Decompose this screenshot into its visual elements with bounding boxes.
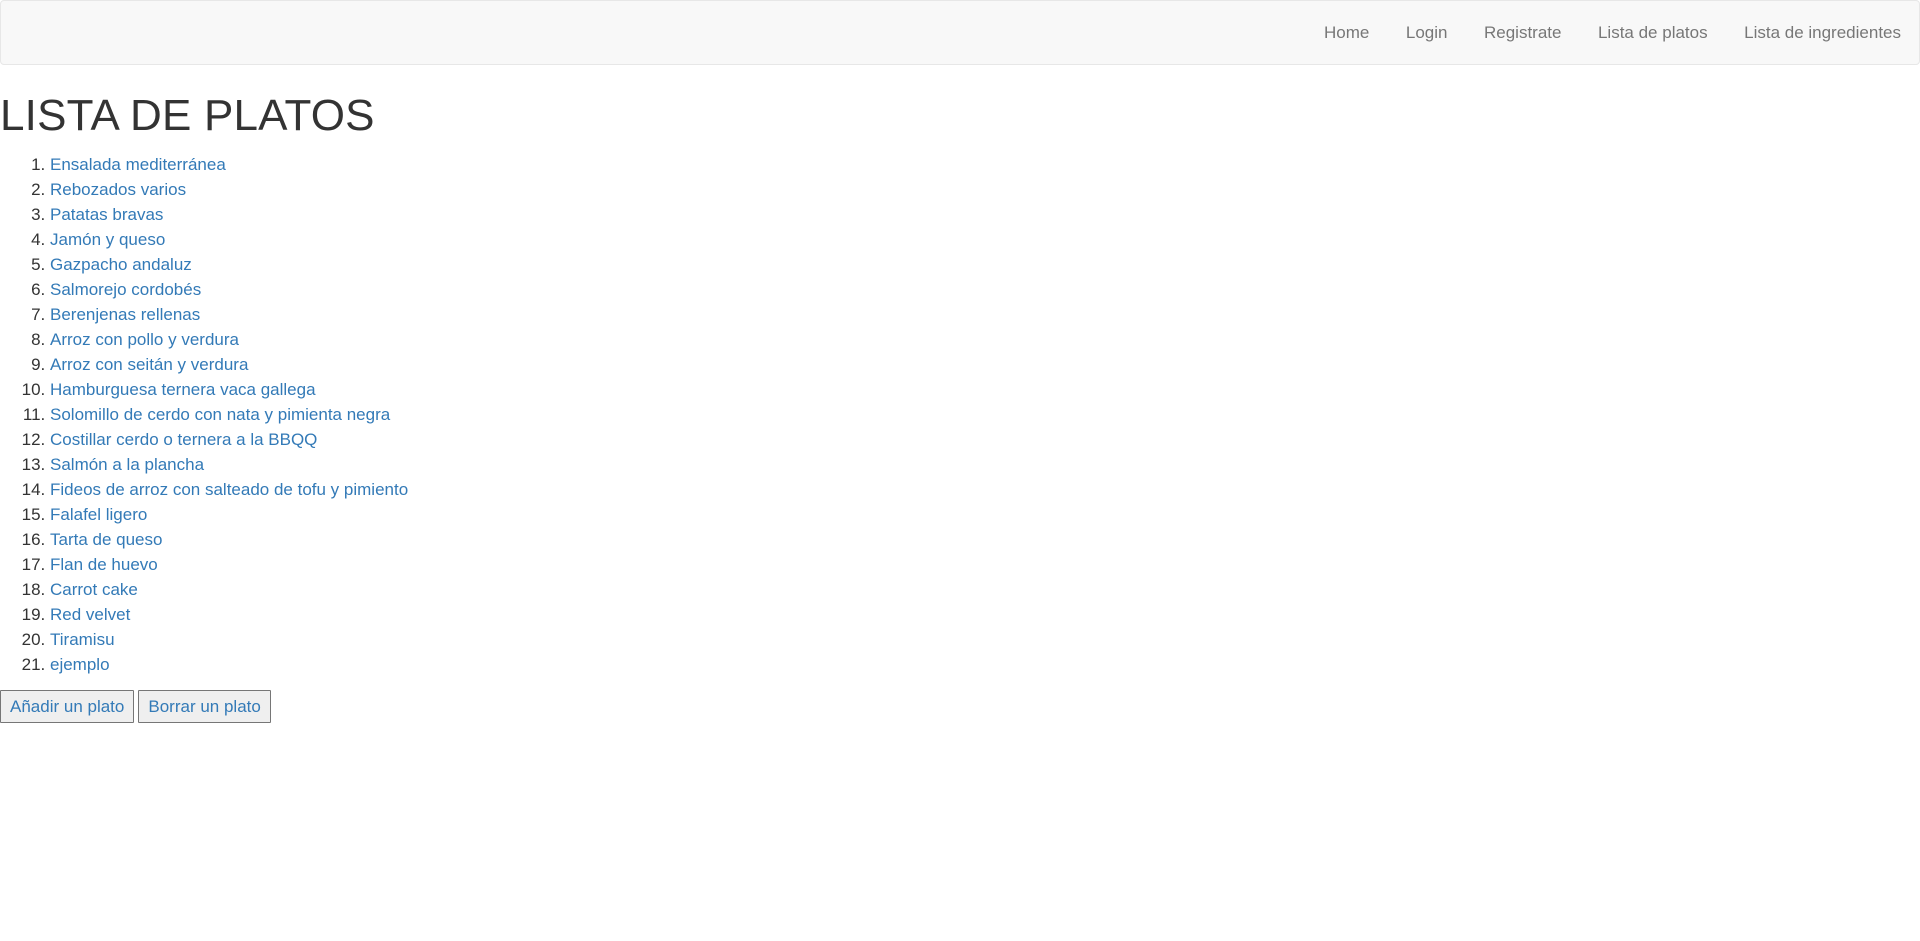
nav-item-lista-platos: Lista de platos <box>1579 1 1725 64</box>
nav-item-registrate: Registrate <box>1465 1 1579 64</box>
list-item: ejemplo <box>50 652 408 677</box>
dish-link[interactable]: Patatas bravas <box>50 205 163 224</box>
list-item: Salmorejo cordobés <box>50 277 408 302</box>
nav-item-login: Login <box>1387 1 1465 64</box>
dish-link[interactable]: Arroz con seitán y verdura <box>50 355 248 374</box>
dish-link[interactable]: Falafel ligero <box>50 505 147 524</box>
list-item: Patatas bravas <box>50 202 408 227</box>
dish-link[interactable]: Ensalada mediterránea <box>50 155 226 174</box>
dish-link[interactable]: Red velvet <box>50 605 130 624</box>
list-item: Salmón a la plancha <box>50 452 408 477</box>
nav-link-lista-ingredientes[interactable]: Lista de ingredientes <box>1726 1 1919 64</box>
dish-link[interactable]: Gazpacho andaluz <box>50 255 192 274</box>
page-title: LISTA DE PLATOS <box>0 91 375 140</box>
dish-link[interactable]: Fideos de arroz con salteado de tofu y p… <box>50 480 408 499</box>
list-item: Gazpacho andaluz <box>50 252 408 277</box>
dish-list: Ensalada mediterránea Rebozados varios P… <box>0 152 408 677</box>
top-navbar: Home Login Registrate Lista de platos Li… <box>0 0 1920 65</box>
list-item: Tiramisu <box>50 627 408 652</box>
nav-item-home: Home <box>1306 1 1388 64</box>
nav-link-lista-platos[interactable]: Lista de platos <box>1579 1 1725 64</box>
list-item: Falafel ligero <box>50 502 408 527</box>
dish-link[interactable]: Flan de huevo <box>50 555 158 574</box>
dish-link[interactable]: Tarta de queso <box>50 530 162 549</box>
nav-links: Home Login Registrate Lista de platos Li… <box>1306 1 1919 64</box>
dish-link[interactable]: Berenjenas rellenas <box>50 305 200 324</box>
list-item: Ensalada mediterránea <box>50 152 408 177</box>
dish-link[interactable]: Rebozados varios <box>50 180 186 199</box>
dish-link[interactable]: Costillar cerdo o ternera a la BBQQ <box>50 430 317 449</box>
dish-link[interactable]: Carrot cake <box>50 580 138 599</box>
nav-link-home[interactable]: Home <box>1306 1 1388 64</box>
list-item: Jamón y queso <box>50 227 408 252</box>
list-item: Red velvet <box>50 602 408 627</box>
list-item: Flan de huevo <box>50 552 408 577</box>
list-item: Arroz con pollo y verdura <box>50 327 408 352</box>
nav-item-lista-ingredientes: Lista de ingredientes <box>1726 1 1919 64</box>
list-item: Tarta de queso <box>50 527 408 552</box>
dish-actions: Añadir un plato Borrar un plato <box>0 690 271 723</box>
dish-link[interactable]: Salmorejo cordobés <box>50 280 201 299</box>
dish-link[interactable]: Arroz con pollo y verdura <box>50 330 239 349</box>
list-item: Costillar cerdo o ternera a la BBQQ <box>50 427 408 452</box>
list-item: Hamburguesa ternera vaca gallega <box>50 377 408 402</box>
list-item: Arroz con seitán y verdura <box>50 352 408 377</box>
list-item: Solomillo de cerdo con nata y pimienta n… <box>50 402 408 427</box>
nav-link-login[interactable]: Login <box>1387 1 1465 64</box>
dish-link[interactable]: ejemplo <box>50 655 110 674</box>
list-item: Carrot cake <box>50 577 408 602</box>
dish-link[interactable]: Salmón a la plancha <box>50 455 204 474</box>
delete-dish-button[interactable]: Borrar un plato <box>138 690 271 723</box>
add-dish-button[interactable]: Añadir un plato <box>0 690 135 723</box>
nav-link-registrate[interactable]: Registrate <box>1465 1 1579 64</box>
dish-link[interactable]: Solomillo de cerdo con nata y pimienta n… <box>50 405 390 424</box>
dish-link[interactable]: Hamburguesa ternera vaca gallega <box>50 380 316 399</box>
list-item: Fideos de arroz con salteado de tofu y p… <box>50 477 408 502</box>
dish-link[interactable]: Tiramisu <box>50 630 115 649</box>
list-item: Rebozados varios <box>50 177 408 202</box>
dish-link[interactable]: Jamón y queso <box>50 230 165 249</box>
list-item: Berenjenas rellenas <box>50 302 408 327</box>
